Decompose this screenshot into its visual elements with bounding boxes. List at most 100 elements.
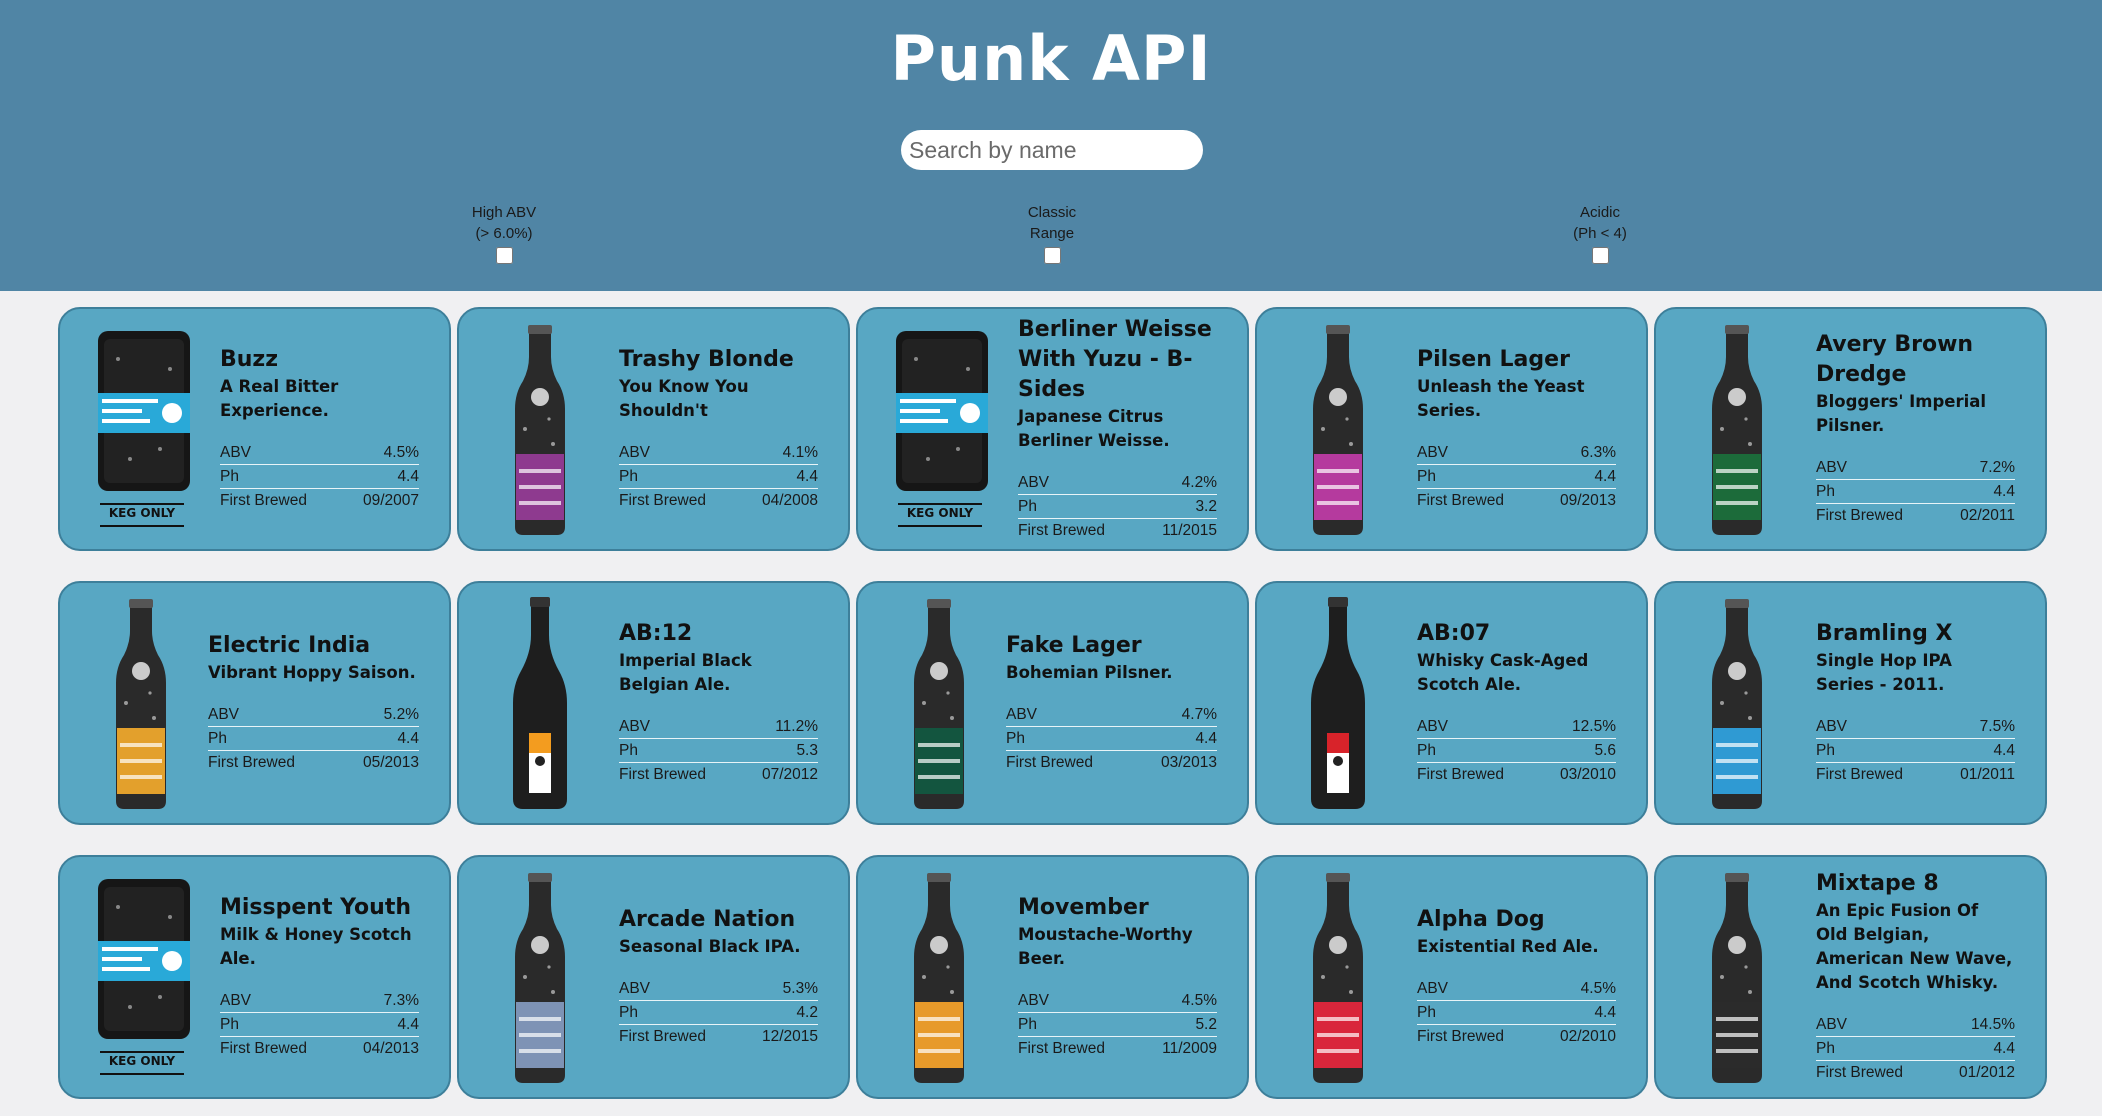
beer-bottle-image [513,597,567,809]
stat-label: First Brewed [619,1027,706,1045]
beer-info: Berliner Weisse With Yuzu - B-Sides Japan… [1018,309,1217,549]
stat-value: 4.4 [1993,1039,2015,1057]
stat-value: 3.2 [1195,497,1217,515]
acidic-checkbox[interactable] [1591,247,1609,264]
stat-value: 03/2010 [1559,765,1616,783]
beer-card[interactable]: AB:07 Whisky Cask-Aged Scotch Ale. ABV 12.5… [1255,581,1648,825]
stat-label: Ph [619,1003,638,1021]
beer-card[interactable]: Bramling X Single Hop IPA Series - 2011. A… [1654,581,2047,825]
stat-value: 04/2008 [761,491,818,509]
beer-tagline: Bohemian Pilsner. [1006,662,1173,682]
beer-tagline: Vibrant Hoppy Saison. [208,662,416,682]
filter-high-abv-label: High ABV [471,204,537,221]
beer-bottle-image [515,325,565,535]
stat-label: Ph [1417,467,1436,485]
stat-label: First Brewed [619,491,706,509]
stat-value: 5.6 [1594,741,1616,759]
beer-bottle-image [1712,873,1762,1083]
beer-bottle-image [1313,873,1363,1083]
stat-value: 01/2012 [1958,1063,2015,1081]
beer-card[interactable]: AB:12 Imperial Black Belgian Ale. ABV 11.2%… [457,581,850,825]
beer-stats: ABV 4.2% Ph 3.2 First Brewed 11/2015 [1018,473,1217,544]
beer-stats: ABV 11.2% Ph 5.3 First Brewed 07/2012 [619,717,818,788]
stat-value: 5.2% [383,705,419,723]
beer-bottle-image [914,873,964,1083]
beer-bottle-image [1712,325,1762,535]
beer-image [1656,583,1819,823]
stat-value: 7.2% [1979,458,2015,476]
filter-classic-range: Classic Range [972,202,1132,264]
beer-bottle-image [1712,599,1762,809]
stat-row-ph: Ph 5.6 [1417,741,1616,763]
filter-classic-range-label: Classic [1027,204,1077,221]
beer-card[interactable]: Alpha Dog Existential Red Ale. ABV 4.5% Ph 4.… [1255,855,1648,1099]
beer-card[interactable]: Pilsen Lager Unleash the Yeast Series. ABV… [1255,307,1648,551]
stat-value: 4.4 [1594,1003,1616,1021]
beer-stats: ABV 7.3% Ph 4.4 First Brewed 04/2013 [220,991,419,1062]
beer-stats: ABV 4.5% Ph 4.4 First Brewed 09/2007 [220,443,419,514]
stat-row-abv: ABV 5.3% [619,979,818,1001]
beer-stats: ABV 14.5% Ph 4.4 First Brewed 01/2012 [1816,1015,2015,1086]
beer-card[interactable]: Fake Lager Bohemian Pilsner. ABV 4.7% Ph 4.4 F… [856,581,1249,825]
beer-tagline: Existential Red Ale. [1417,936,1599,956]
beer-card[interactable]: Avery Brown Dredge Bloggers' Imperial Pil… [1654,307,2047,551]
stat-value: 4.5% [1580,979,1616,997]
stat-row-first-brewed: First Brewed 02/2010 [1417,1027,1616,1048]
beer-tagline: Moustache-Worthy Beer. [1018,924,1193,968]
stat-label: First Brewed [1417,1027,1504,1045]
keg-only-label: KEG ONLY [906,506,974,520]
stat-value: 11/2015 [1162,521,1217,539]
high-abv-checkbox[interactable] [495,247,513,264]
stat-row-ph: Ph 4.4 [208,729,419,751]
beer-tagline: Milk & Honey Scotch Ale. [220,924,412,968]
stat-row-ph: Ph 4.4 [1816,1039,2015,1061]
beer-info: Arcade Nation Seasonal Black IPA. ABV 5.3% P… [619,857,818,1097]
stat-label: Ph [1417,1003,1436,1021]
beer-card[interactable]: Trashy Blonde You Know You Shouldn't ABV 4.… [457,307,850,551]
stat-label: ABV [1816,1015,1848,1033]
stat-row-abv: ABV 4.5% [220,443,419,465]
beer-card[interactable]: Electric India Vibrant Hoppy Saison. ABV 5.… [58,581,451,825]
stat-label: First Brewed [1816,1063,1903,1081]
stat-value: 4.5% [383,443,419,461]
beer-tagline: Whisky Cask-Aged Scotch Ale. [1417,650,1589,694]
beer-card[interactable]: Mixtape 8 An Epic Fusion Of Old Belgian, … [1654,855,2047,1099]
stat-value: 12/2015 [761,1027,818,1045]
stat-row-first-brewed: First Brewed 04/2008 [619,491,818,512]
beer-name: Electric India [208,632,371,658]
beer-name: Berliner Weisse With Yuzu - B-Sides [1018,316,1212,402]
stat-label: ABV [1816,458,1848,476]
beer-name: Misspent Youth [220,894,411,920]
beer-stats: ABV 4.1% Ph 4.4 First Brewed 04/2008 [619,443,818,514]
filter-acidic: Acidic (Ph < 4) [1520,202,1680,264]
stat-label: Ph [1816,1039,1835,1057]
stat-row-first-brewed: First Brewed 09/2013 [1417,491,1616,512]
search-input[interactable] [901,130,1203,170]
stat-label: ABV [619,443,651,461]
beer-stats: ABV 12.5% Ph 5.6 First Brewed 03/2010 [1417,717,1616,788]
beer-image [1257,583,1420,823]
stat-row-first-brewed: First Brewed 07/2012 [619,765,818,786]
stat-row-first-brewed: First Brewed 01/2011 [1816,765,2015,786]
beer-card[interactable]: Movember Moustache-Worthy Beer. ABV 4.5% Ph 5… [856,855,1249,1099]
stat-value: 04/2013 [362,1039,419,1057]
stat-row-first-brewed: First Brewed 02/2011 [1816,506,2015,527]
stat-label: First Brewed [1417,765,1504,783]
stat-label: Ph [619,467,638,485]
stat-label: ABV [619,979,651,997]
beer-card[interactable]: KEG ONLY Buzz A Real Bitter Experience. ABV… [58,307,451,551]
beer-image [858,857,1021,1097]
stat-label: First Brewed [220,491,307,509]
beer-name: Arcade Nation [619,906,796,932]
stat-label: First Brewed [1018,521,1105,539]
stat-row-first-brewed: First Brewed 01/2012 [1816,1063,2015,1084]
beer-bottle-image [116,599,166,809]
page-title: Punk API [890,22,1212,95]
beer-card[interactable]: Arcade Nation Seasonal Black IPA. ABV 5.3% P… [457,855,850,1099]
beer-card[interactable]: KEG ONLY Misspent Youth Milk & Honey Scotc… [58,855,451,1099]
beer-stats: ABV 7.5% Ph 4.4 First Brewed 01/2011 [1816,717,2015,788]
classic-range-checkbox[interactable] [1043,247,1061,264]
beer-card[interactable]: KEG ONLY Berliner Weisse With Yuzu - B-Si… [856,307,1249,551]
stat-value: 01/2011 [1960,765,2015,783]
beer-stats: ABV 5.2% Ph 4.4 First Brewed 05/2013 [208,705,419,776]
